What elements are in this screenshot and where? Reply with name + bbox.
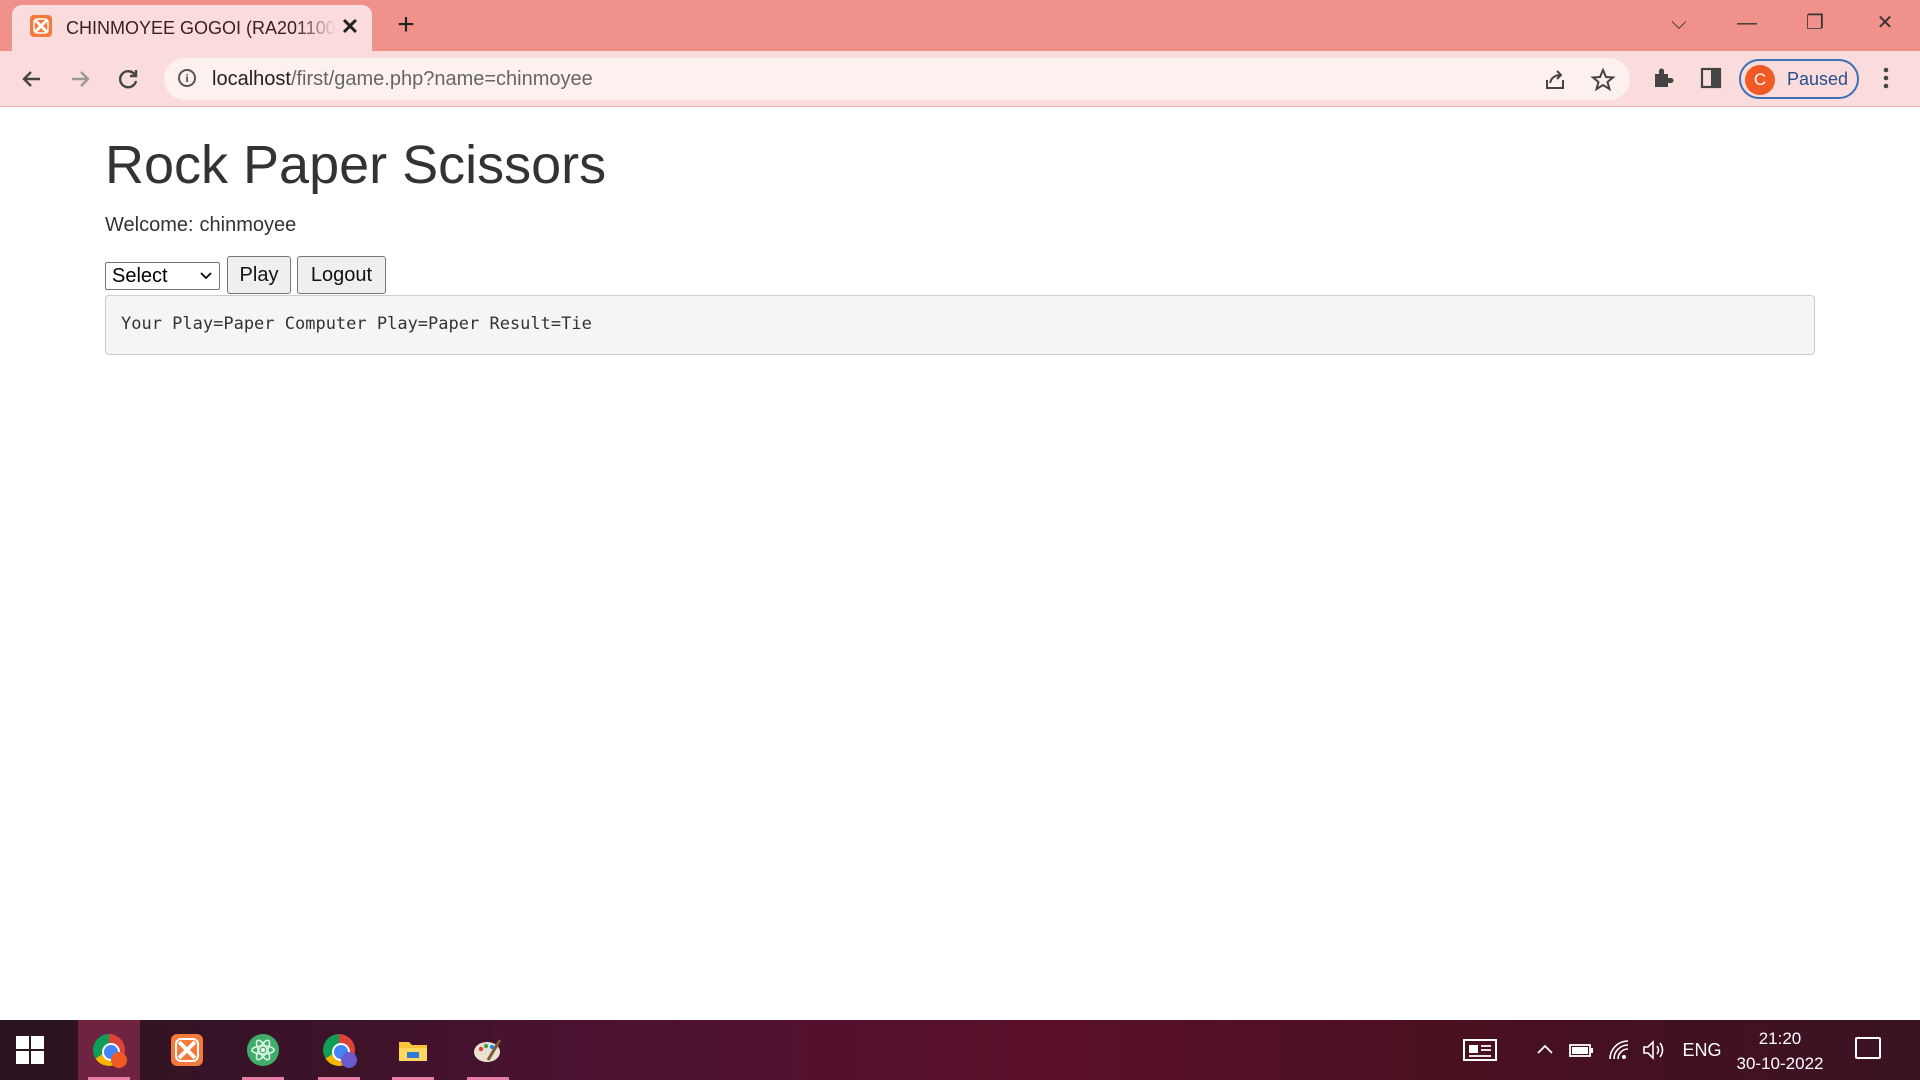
restore-icon[interactable]: ❐ — [1792, 8, 1838, 38]
bookmark-star-icon[interactable] — [1590, 67, 1616, 93]
share-icon[interactable] — [1542, 67, 1568, 93]
xampp-icon — [171, 1034, 203, 1066]
forward-icon[interactable] — [64, 63, 96, 95]
tab-title: CHINMOYEE GOGOI (RA2011003 — [66, 18, 336, 38]
welcome-label: Welcome: — [105, 214, 194, 236]
clock-date: 30-10-2022 — [1736, 1054, 1824, 1073]
browser-toolbar: i localhost/first/game.php?name=chinmoye… — [0, 51, 1920, 107]
welcome-name: chinmoyee — [199, 214, 297, 236]
result-panel: Your Play=Paper Computer Play=Paper Resu… — [105, 295, 1815, 355]
choice-select-value: Select — [112, 265, 168, 287]
language-indicator[interactable]: ENG — [1680, 1037, 1724, 1063]
chrome-profile-icon — [93, 1034, 127, 1068]
close-icon[interactable]: ✕ — [338, 15, 362, 39]
info-icon[interactable]: i — [178, 69, 196, 87]
address-bar[interactable]: i localhost/first/game.php?name=chinmoye… — [164, 58, 1630, 100]
avatar: C — [1745, 65, 1775, 95]
battery-icon[interactable] — [1568, 1037, 1596, 1070]
result-text: Your Play=Paper Computer Play=Paper Resu… — [121, 314, 592, 334]
taskbar: ENG 21:20 30-10-2022 — [0, 1020, 1920, 1080]
chevron-up-icon[interactable] — [1533, 1037, 1557, 1070]
atom-icon — [247, 1034, 279, 1066]
chrome-icon — [323, 1034, 357, 1068]
page-title: Rock Paper Scissors — [105, 135, 607, 195]
back-icon[interactable] — [16, 63, 48, 95]
choice-select[interactable]: Select — [105, 262, 220, 290]
taskbar-xampp[interactable] — [156, 1020, 218, 1080]
profile-status: Paused — [1787, 69, 1849, 89]
volume-icon[interactable] — [1640, 1037, 1668, 1070]
url-path: /first/game.php?name=chinmoyee — [290, 68, 593, 90]
window-close-icon[interactable]: ✕ — [1862, 8, 1908, 38]
taskbar-chrome-profile[interactable] — [78, 1020, 140, 1080]
tab-strip: CHINMOYEE GOGOI (RA2011003 ✕ + ⌵ — ❐ ✕ — [0, 0, 1920, 51]
more-menu-icon[interactable] — [1876, 63, 1896, 93]
tab-search-icon[interactable]: ⌵ — [1656, 8, 1702, 38]
url-text[interactable]: localhost/first/game.php?name=chinmoyee — [212, 68, 593, 91]
logout-button[interactable]: Logout — [297, 256, 386, 294]
taskbar-file-explorer[interactable] — [382, 1020, 444, 1080]
file-explorer-icon — [397, 1034, 429, 1066]
wifi-icon[interactable] — [1606, 1037, 1634, 1070]
clock[interactable]: 21:20 30-10-2022 — [1735, 1026, 1825, 1076]
taskbar-atom[interactable] — [232, 1020, 294, 1080]
welcome-line: Welcome: chinmoyee — [105, 214, 296, 237]
windows-start-icon[interactable] — [16, 1036, 44, 1064]
taskbar-chrome[interactable] — [308, 1020, 370, 1080]
notification-icon[interactable] — [1855, 1037, 1881, 1059]
side-panel-icon[interactable] — [1696, 63, 1726, 93]
url-host: localhost — [212, 68, 291, 90]
page-content: Rock Paper Scissors Welcome: chinmoyee Se… — [0, 107, 1920, 1019]
taskbar-paint[interactable] — [457, 1020, 519, 1080]
new-tab-icon[interactable]: + — [390, 10, 422, 42]
chevron-down-icon — [198, 263, 214, 298]
reload-icon[interactable] — [112, 63, 144, 95]
news-widget-icon[interactable] — [1460, 1037, 1500, 1070]
profile-button[interactable]: C Paused — [1739, 59, 1859, 99]
minimize-icon[interactable]: — — [1724, 8, 1770, 38]
extensions-icon[interactable] — [1648, 63, 1678, 93]
xampp-icon — [30, 15, 52, 37]
paint-icon — [472, 1034, 504, 1066]
play-button[interactable]: Play — [227, 256, 291, 294]
browser-tab[interactable]: CHINMOYEE GOGOI (RA2011003 ✕ — [12, 5, 372, 51]
clock-time: 21:20 — [1758, 1029, 1802, 1048]
